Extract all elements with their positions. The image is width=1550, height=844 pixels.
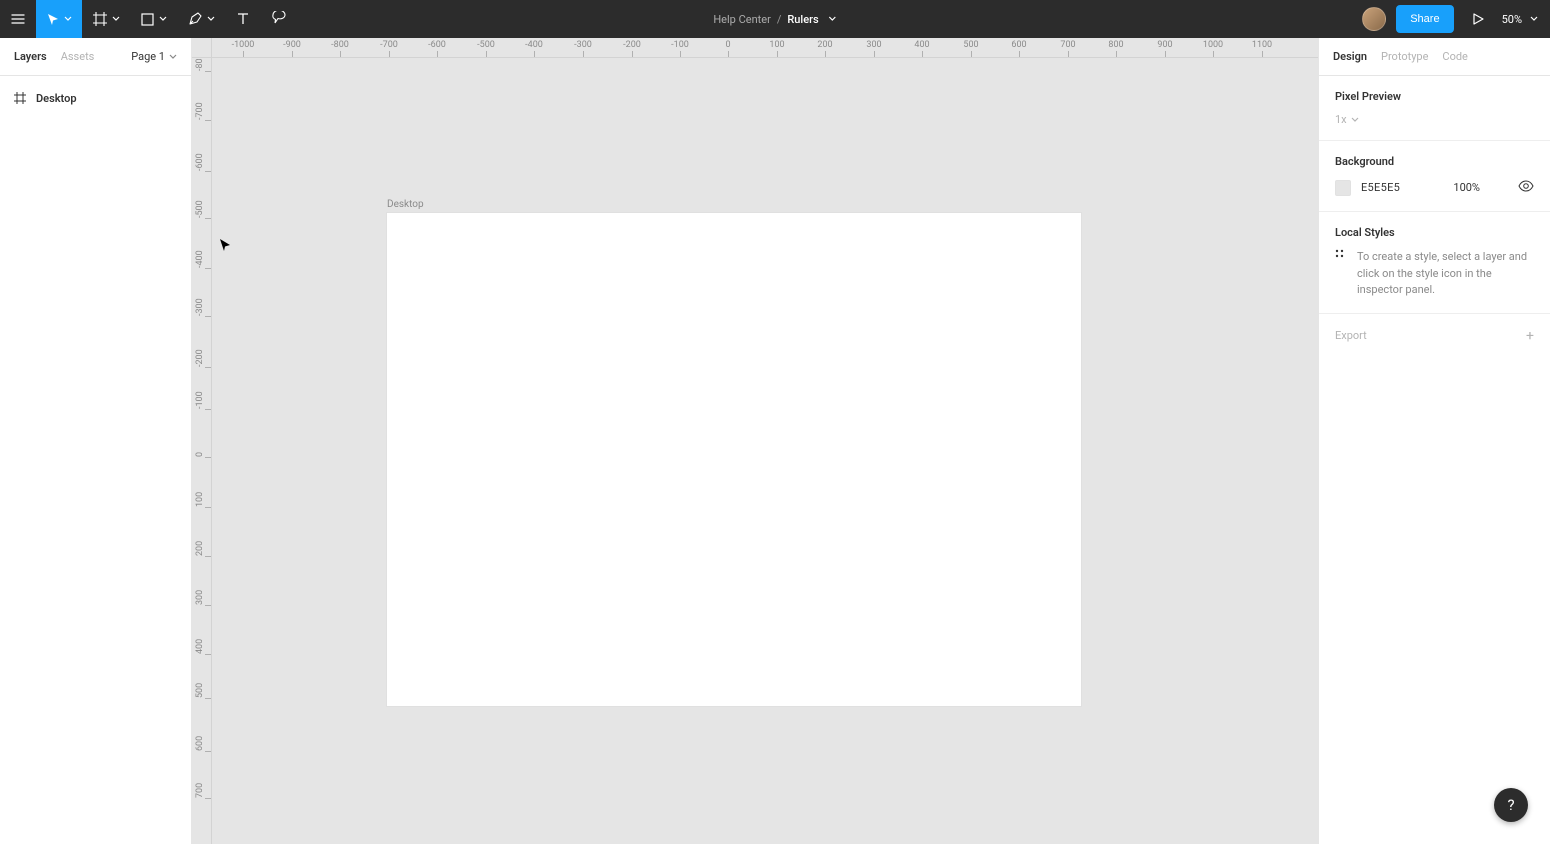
frame-desktop[interactable] (387, 213, 1081, 706)
local-styles-title: Local Styles (1335, 226, 1534, 239)
right-panel: Design Prototype Code Pixel Preview 1x B… (1318, 38, 1550, 844)
local-styles-hint: To create a style, select a layer and cl… (1357, 249, 1534, 299)
page-label: Page 1 (131, 50, 165, 63)
left-panel: Layers Assets Page 1 Desktop (0, 38, 192, 844)
main-area: Layers Assets Page 1 Desktop -1000-900-8… (0, 38, 1550, 844)
zoom-label: 50% (1502, 13, 1522, 26)
layer-row-desktop[interactable]: Desktop (0, 84, 191, 112)
left-panel-tabs: Layers Assets Page 1 (0, 38, 191, 76)
pixel-preview-scale[interactable]: 1x (1335, 113, 1359, 126)
chevron-down-icon (1351, 116, 1359, 124)
background-color-row[interactable]: E5E5E5 100% (1335, 178, 1534, 197)
breadcrumb-separator: / (777, 13, 782, 26)
breadcrumb[interactable]: Help Center / Rulers (713, 13, 836, 26)
comment-tool-button[interactable] (261, 0, 297, 38)
tab-code[interactable]: Code (1442, 50, 1467, 63)
cursor-icon (218, 238, 232, 255)
chevron-down-icon (64, 15, 72, 23)
toolbar-right-group: Share 50% (1362, 0, 1550, 38)
main-menu-button[interactable] (0, 0, 36, 38)
tab-layers[interactable]: Layers (14, 50, 47, 63)
present-button[interactable] (1464, 12, 1492, 26)
visibility-toggle[interactable] (1518, 178, 1534, 197)
chevron-down-icon (169, 53, 177, 61)
tab-design[interactable]: Design (1333, 50, 1367, 63)
move-tool-button[interactable] (36, 0, 82, 38)
pixel-preview-title: Pixel Preview (1335, 90, 1534, 103)
add-export-button[interactable]: + (1526, 328, 1534, 344)
ruler-horizontal[interactable]: -1000-900-800-700-600-500-400-300-200-10… (212, 38, 1318, 58)
styles-grid-icon (1335, 249, 1347, 299)
chevron-down-icon (829, 15, 837, 23)
zoom-control[interactable]: 50% (1502, 13, 1538, 26)
pixel-preview-section: Pixel Preview 1x (1319, 76, 1550, 141)
tab-assets[interactable]: Assets (61, 50, 95, 63)
tab-prototype[interactable]: Prototype (1381, 50, 1428, 63)
chevron-down-icon (207, 15, 215, 23)
export-title: Export (1335, 329, 1367, 342)
toolbar-left-group (0, 0, 297, 38)
layers-list: Desktop (0, 76, 191, 120)
local-styles-section: Local Styles To create a style, select a… (1319, 212, 1550, 314)
layer-name: Desktop (36, 92, 77, 105)
chevron-down-icon (112, 15, 120, 23)
text-tool-button[interactable] (225, 0, 261, 38)
ruler-corner (192, 38, 212, 58)
background-section: Background E5E5E5 100% (1319, 141, 1550, 212)
frame-icon (14, 92, 26, 104)
frame-tool-button[interactable] (82, 0, 130, 38)
breadcrumb-project: Help Center (713, 13, 771, 26)
background-title: Background (1335, 155, 1534, 168)
shape-tool-button[interactable] (130, 0, 177, 38)
chevron-down-icon (1530, 15, 1538, 23)
right-panel-tabs: Design Prototype Code (1319, 38, 1550, 76)
pen-tool-button[interactable] (177, 0, 225, 38)
top-toolbar: Help Center / Rulers Share 50% (0, 0, 1550, 38)
page-selector[interactable]: Page 1 (131, 50, 177, 63)
color-swatch[interactable] (1335, 180, 1351, 196)
ruler-vertical[interactable]: -800-700-600-500-400-300-200-10001002003… (192, 58, 212, 844)
color-hex[interactable]: E5E5E5 (1361, 181, 1400, 194)
share-button[interactable]: Share (1396, 5, 1453, 33)
chevron-down-icon (159, 15, 167, 23)
canvas-viewport[interactable]: Desktop (212, 58, 1318, 844)
export-section: Export + (1319, 314, 1550, 358)
avatar[interactable] (1362, 7, 1386, 31)
help-button[interactable]: ? (1494, 788, 1528, 822)
breadcrumb-file: Rulers (787, 13, 818, 26)
color-opacity[interactable]: 100% (1453, 181, 1480, 194)
canvas[interactable]: -1000-900-800-700-600-500-400-300-200-10… (192, 38, 1318, 844)
frame-title[interactable]: Desktop (387, 199, 424, 210)
scale-value: 1x (1335, 113, 1347, 126)
